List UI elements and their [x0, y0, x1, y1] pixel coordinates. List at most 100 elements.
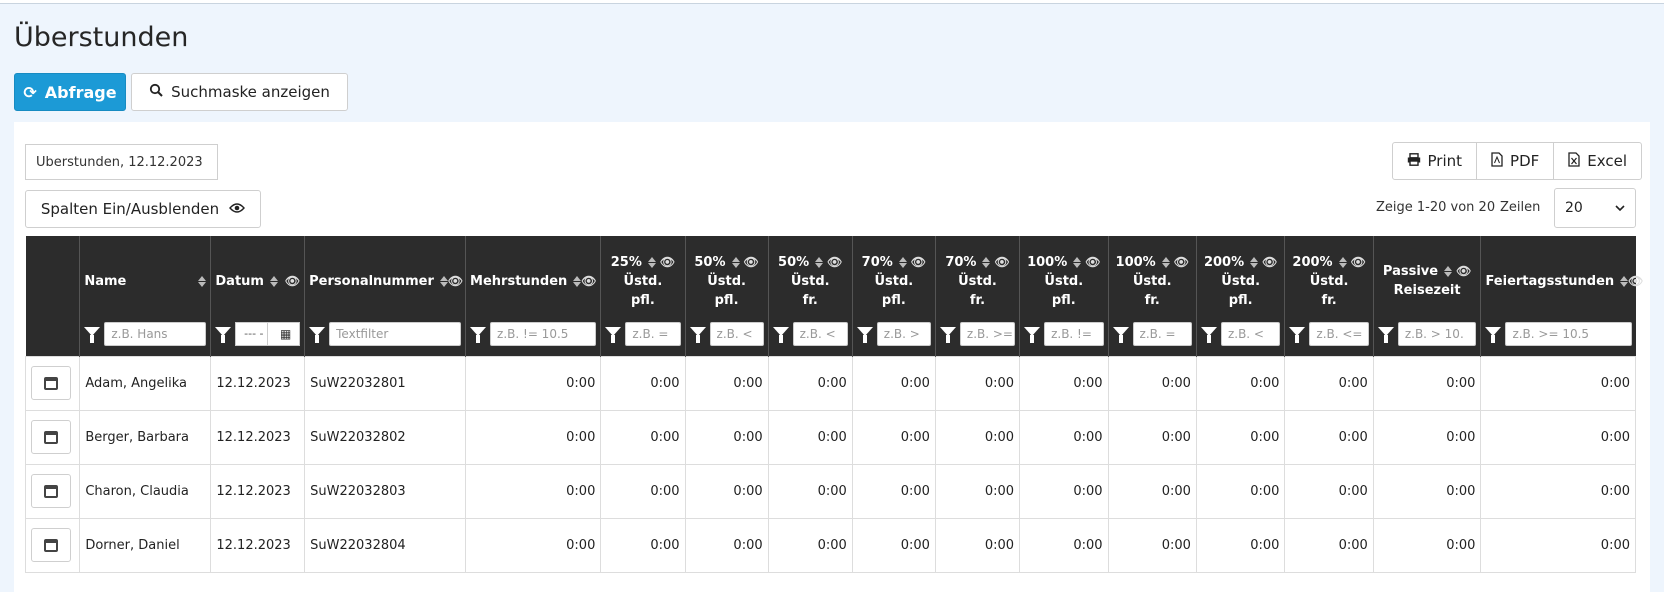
query-button-label: Abfrage — [44, 82, 117, 102]
cell-hours: 0:00 — [1480, 463, 1636, 519]
filter-passive-input[interactable]: z.B. > 10. — [1397, 321, 1477, 346]
filter-feiertag-input[interactable]: z.B. >= 10.5 — [1505, 321, 1632, 346]
pdf-label: PDF — [1510, 152, 1540, 170]
rows-per-page-select[interactable]: 20 — [1554, 188, 1636, 228]
filter-200-pfl-input[interactable]: z.B. < — [1220, 321, 1281, 346]
header-50-fr[interactable]: 50% 👁 Üstd. fr. z.B. < — [767, 236, 853, 356]
header-200-pfl[interactable]: 200% 👁 Üstd. pfl. z.B. < — [1195, 236, 1285, 356]
header-70-fr-line2: Üstd. — [958, 273, 997, 289]
eye-icon[interactable]: 👁 — [744, 253, 759, 272]
calendar-button[interactable] — [31, 528, 71, 562]
filter-icon — [856, 327, 873, 343]
export-buttons: Print PDF Excel — [1391, 142, 1642, 180]
sort-icon[interactable] — [1073, 256, 1082, 268]
filter-50-pfl-input[interactable]: z.B. < — [709, 321, 764, 346]
eye-icon[interactable]: 👁 — [827, 253, 842, 272]
print-button[interactable]: Print — [1393, 143, 1477, 179]
filter-icon — [689, 327, 706, 343]
toggle-columns-button[interactable]: Spalten Ein/Ausblenden — [25, 190, 261, 228]
sort-icon[interactable] — [1444, 266, 1453, 277]
filter-25-pfl-input[interactable]: z.B. = — [625, 321, 681, 346]
sort-icon[interactable] — [1161, 256, 1170, 268]
eye-icon[interactable]: 👁 — [1262, 253, 1277, 272]
cell-hours: 0:00 — [1480, 355, 1636, 411]
filter-personalnummer-input[interactable]: Textfilter — [329, 321, 462, 346]
header-feiertagsstunden[interactable]: Feiertagsstunden 👁 z.B. >= 10.5 — [1480, 236, 1643, 356]
cell-hours: 0:00 — [465, 517, 602, 573]
header-70-fr[interactable]: 70% 👁 Üstd. fr. z.B. >= — [934, 236, 1020, 356]
header-mehrstunden[interactable]: Mehrstunden 👁 z.B. != 10.5 — [465, 236, 601, 356]
eye-icon[interactable]: 👁 — [448, 274, 463, 288]
sort-icon[interactable] — [573, 275, 582, 287]
sort-icon[interactable] — [1620, 275, 1629, 287]
sort-icon[interactable] — [269, 275, 278, 287]
header-name[interactable]: Name z.B. Hans — [79, 236, 211, 356]
sort-icon[interactable] — [731, 256, 740, 268]
eye-icon[interactable]: 👁 — [285, 274, 300, 288]
row-action-cell — [24, 355, 81, 411]
filter-200-fr-input[interactable]: z.B. <= — [1309, 321, 1369, 346]
sort-icon[interactable] — [815, 256, 824, 268]
sort-icon[interactable] — [982, 256, 991, 268]
pdf-button[interactable]: PDF — [1476, 143, 1553, 179]
header-200-fr[interactable]: 200% 👁 Üstd. fr. z.B. <= — [1284, 236, 1374, 356]
header-mehrstunden-label: Mehrstunden — [470, 273, 568, 289]
calendar-button[interactable] — [31, 366, 71, 400]
filter-icon — [939, 327, 956, 343]
header-70-pfl[interactable]: 70% 👁 Üstd. pfl. z.B. > — [851, 236, 936, 356]
calendar-button[interactable] — [31, 420, 71, 454]
filter-100-fr-input[interactable]: z.B. = — [1132, 321, 1192, 346]
sort-icon[interactable] — [439, 275, 448, 287]
filter-date-input[interactable]: --- - ▦ — [235, 321, 301, 346]
cell-hours: 0:00 — [934, 409, 1021, 465]
calendar-button[interactable] — [31, 474, 71, 508]
header-datum[interactable]: Datum 👁 --- - ▦ — [210, 236, 305, 356]
header-50-fr-line3: fr. — [802, 292, 818, 308]
filter-100-pfl-input[interactable]: z.B. != — [1044, 321, 1104, 346]
sort-icon[interactable] — [1250, 256, 1259, 268]
eye-icon[interactable]: 👁 — [1628, 274, 1643, 288]
header-200-pfl-line3: pfl. — [1228, 292, 1253, 308]
cell-personalnummer: SuW22032803 — [304, 463, 467, 519]
eye-icon[interactable]: 👁 — [1351, 253, 1366, 272]
filter-icon — [309, 327, 326, 343]
eye-icon[interactable]: 👁 — [1174, 253, 1189, 272]
sort-icon[interactable] — [898, 256, 907, 268]
header-50-pfl[interactable]: 50% 👁 Üstd. pfl. z.B. < — [684, 236, 769, 356]
header-100-pfl[interactable]: 100% 👁 Üstd. pfl. z.B. != — [1019, 236, 1109, 356]
header-passive-reisezeit[interactable]: Passive 👁 Reisezeit z.B. > 10. — [1372, 236, 1481, 356]
eye-icon[interactable]: 👁 — [994, 253, 1009, 272]
filter-70-pfl-input[interactable]: z.B. > — [876, 321, 931, 346]
query-button[interactable]: ⟳ Abfrage — [14, 73, 126, 111]
eye-icon[interactable]: 👁 — [660, 253, 675, 272]
filter-70-fr-input[interactable]: z.B. >= — [959, 321, 1016, 346]
calendar-icon[interactable]: ▦ — [267, 322, 299, 345]
excel-button[interactable]: Excel — [1553, 143, 1641, 179]
cell-datum: 12.12.2023 — [210, 409, 306, 465]
header-200-pfl-line2: Üstd. — [1221, 273, 1261, 289]
cell-hours: 0:00 — [684, 463, 769, 519]
cell-hours: 0:00 — [600, 463, 686, 519]
sort-icon[interactable] — [647, 256, 656, 268]
eye-icon[interactable]: 👁 — [1456, 262, 1471, 281]
sort-icon[interactable] — [198, 275, 207, 287]
table-row: Berger, Barbara 12.12.2023 SuW22032802 0:00… — [24, 409, 1636, 465]
header-100-fr[interactable]: 100% 👁 Üstd. fr. z.B. = — [1107, 236, 1197, 356]
eye-icon[interactable]: 👁 — [581, 274, 596, 288]
header-50-pfl-line2: Üstd. — [707, 273, 746, 289]
report-name-input[interactable] — [25, 144, 218, 180]
header-personalnummer[interactable]: Personalnummer 👁 Textfilter — [304, 236, 466, 356]
cell-hours: 0:00 — [767, 409, 853, 465]
calendar-icon — [44, 538, 58, 552]
overtime-table: Name z.B. Hans Datum 👁 --- - ▦ Personalnu… — [24, 236, 1643, 573]
cell-hours: 0:00 — [1284, 463, 1374, 519]
filter-name-input[interactable]: z.B. Hans — [104, 321, 207, 346]
filter-50-fr-input[interactable]: z.B. < — [792, 321, 848, 346]
search-mask-button[interactable]: Suchmaske anzeigen — [131, 73, 348, 111]
eye-icon[interactable]: 👁 — [911, 253, 926, 272]
header-25-pfl[interactable]: 25% 👁 Üstd. pfl. z.B. = — [600, 236, 686, 356]
filter-mehrstunden-input[interactable]: z.B. != 10.5 — [490, 321, 597, 346]
cell-hours: 0:00 — [465, 409, 602, 465]
eye-icon[interactable]: 👁 — [1085, 253, 1100, 272]
sort-icon[interactable] — [1338, 256, 1347, 268]
